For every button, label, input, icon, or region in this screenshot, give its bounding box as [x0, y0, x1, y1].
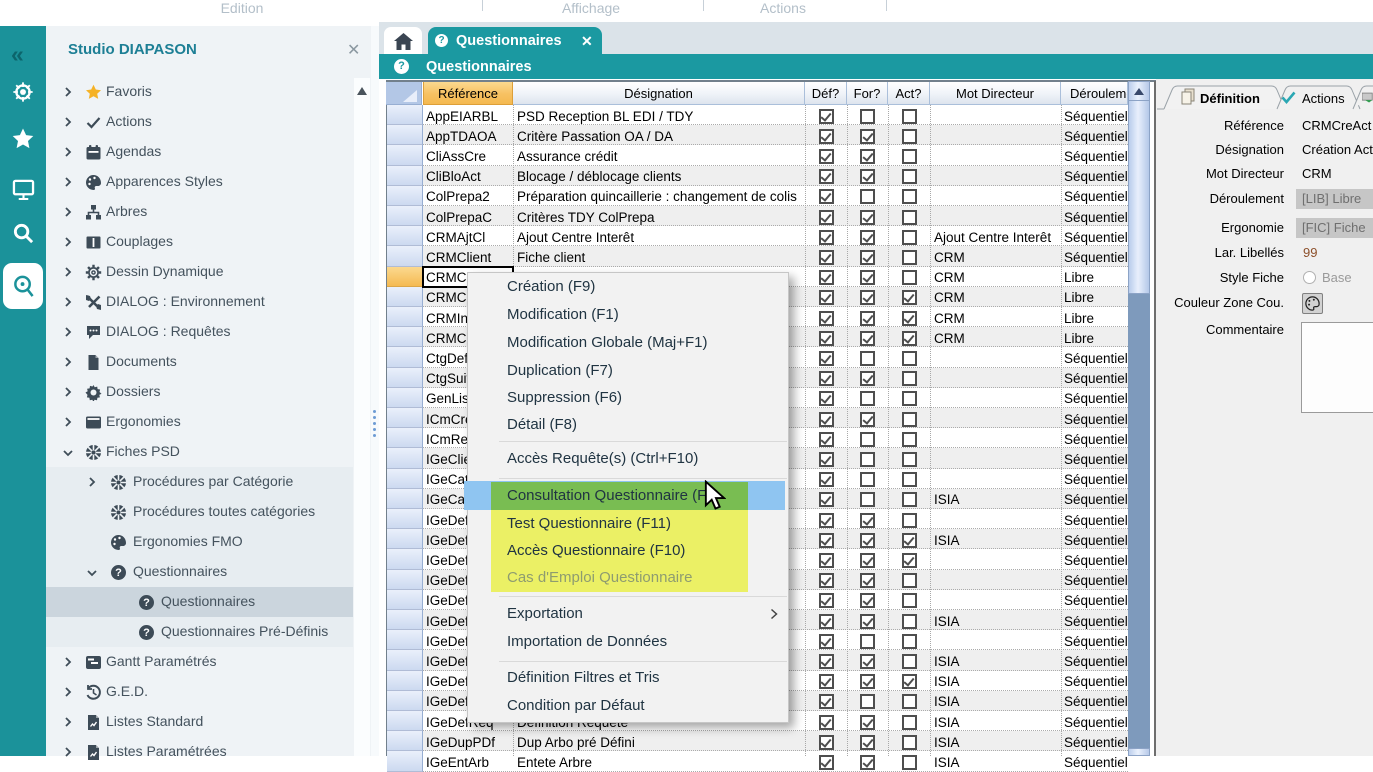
svg-text:?: ?: [143, 597, 150, 609]
svg-text:?: ?: [143, 627, 150, 639]
svg-text:?: ?: [115, 567, 122, 579]
